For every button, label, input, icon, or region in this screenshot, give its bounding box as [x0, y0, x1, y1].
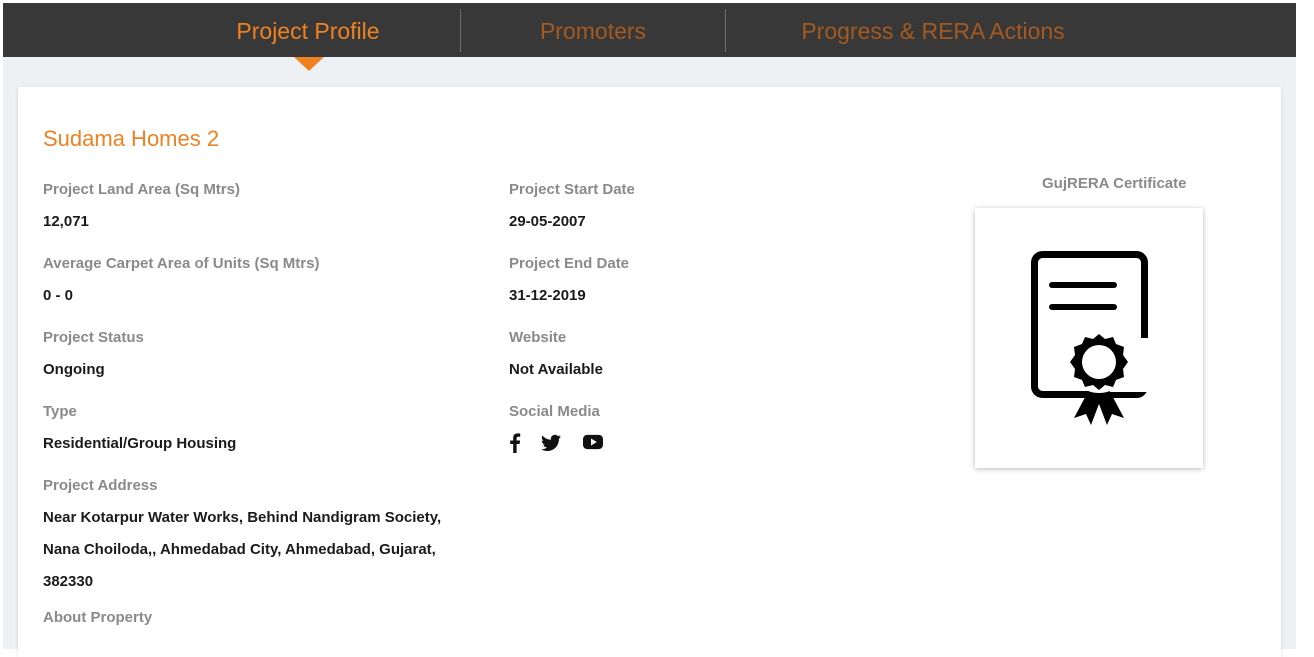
address-line: Near Kotarpur Water Works, Behind Nandig…: [43, 509, 442, 526]
certificate-label: GujRERA Certificate: [1042, 175, 1187, 192]
website-label: Website: [509, 329, 567, 346]
page-background: Project Profile Promoters Progress & RER…: [3, 3, 1296, 657]
youtube-icon[interactable]: [583, 433, 603, 455]
certificate-card[interactable]: [975, 208, 1203, 468]
status-value: Ongoing: [43, 361, 105, 378]
project-title: Sudama Homes 2: [43, 126, 220, 151]
address-line: Nana Choiloda,, Ahmedabad City, Ahmedaba…: [43, 541, 436, 558]
start-date-value: 29-05-2007: [509, 213, 586, 230]
facebook-icon[interactable]: [509, 433, 521, 455]
type-label: Type: [43, 403, 77, 420]
tab-divider: [460, 9, 461, 52]
start-date-label: Project Start Date: [509, 181, 635, 198]
active-tab-caret-icon: [294, 57, 324, 71]
carpet-area-label: Average Carpet Area of Units (Sq Mtrs): [43, 255, 320, 272]
tab-divider: [725, 9, 726, 52]
address-line: 382330: [43, 573, 94, 590]
address-label: Project Address: [43, 477, 158, 494]
project-profile-card: Sudama Homes 2 Project Land Area (Sq Mtr…: [18, 87, 1281, 657]
tab-bar: Project Profile Promoters Progress & RER…: [3, 3, 1296, 57]
end-date-label: Project End Date: [509, 255, 630, 272]
status-label: Project Status: [43, 329, 144, 346]
land-area-label: Project Land Area (Sq Mtrs): [43, 181, 240, 198]
carpet-area-value: 0 - 0: [43, 287, 74, 304]
twitter-icon[interactable]: [541, 433, 561, 455]
tab-project-profile[interactable]: Project Profile: [208, 3, 408, 57]
certificate-icon: [1031, 251, 1150, 425]
website-value: Not Available: [509, 361, 603, 378]
type-value: Residential/Group Housing: [43, 435, 237, 452]
tab-promoters[interactable]: Promoters: [493, 3, 693, 57]
land-area-value: 12,071: [43, 213, 89, 230]
social-media-label: Social Media: [509, 403, 600, 420]
tab-progress-rera-actions[interactable]: Progress & RERA Actions: [778, 3, 1088, 57]
about-property-label: About Property: [43, 609, 153, 626]
end-date-value: 31-12-2019: [509, 287, 586, 304]
